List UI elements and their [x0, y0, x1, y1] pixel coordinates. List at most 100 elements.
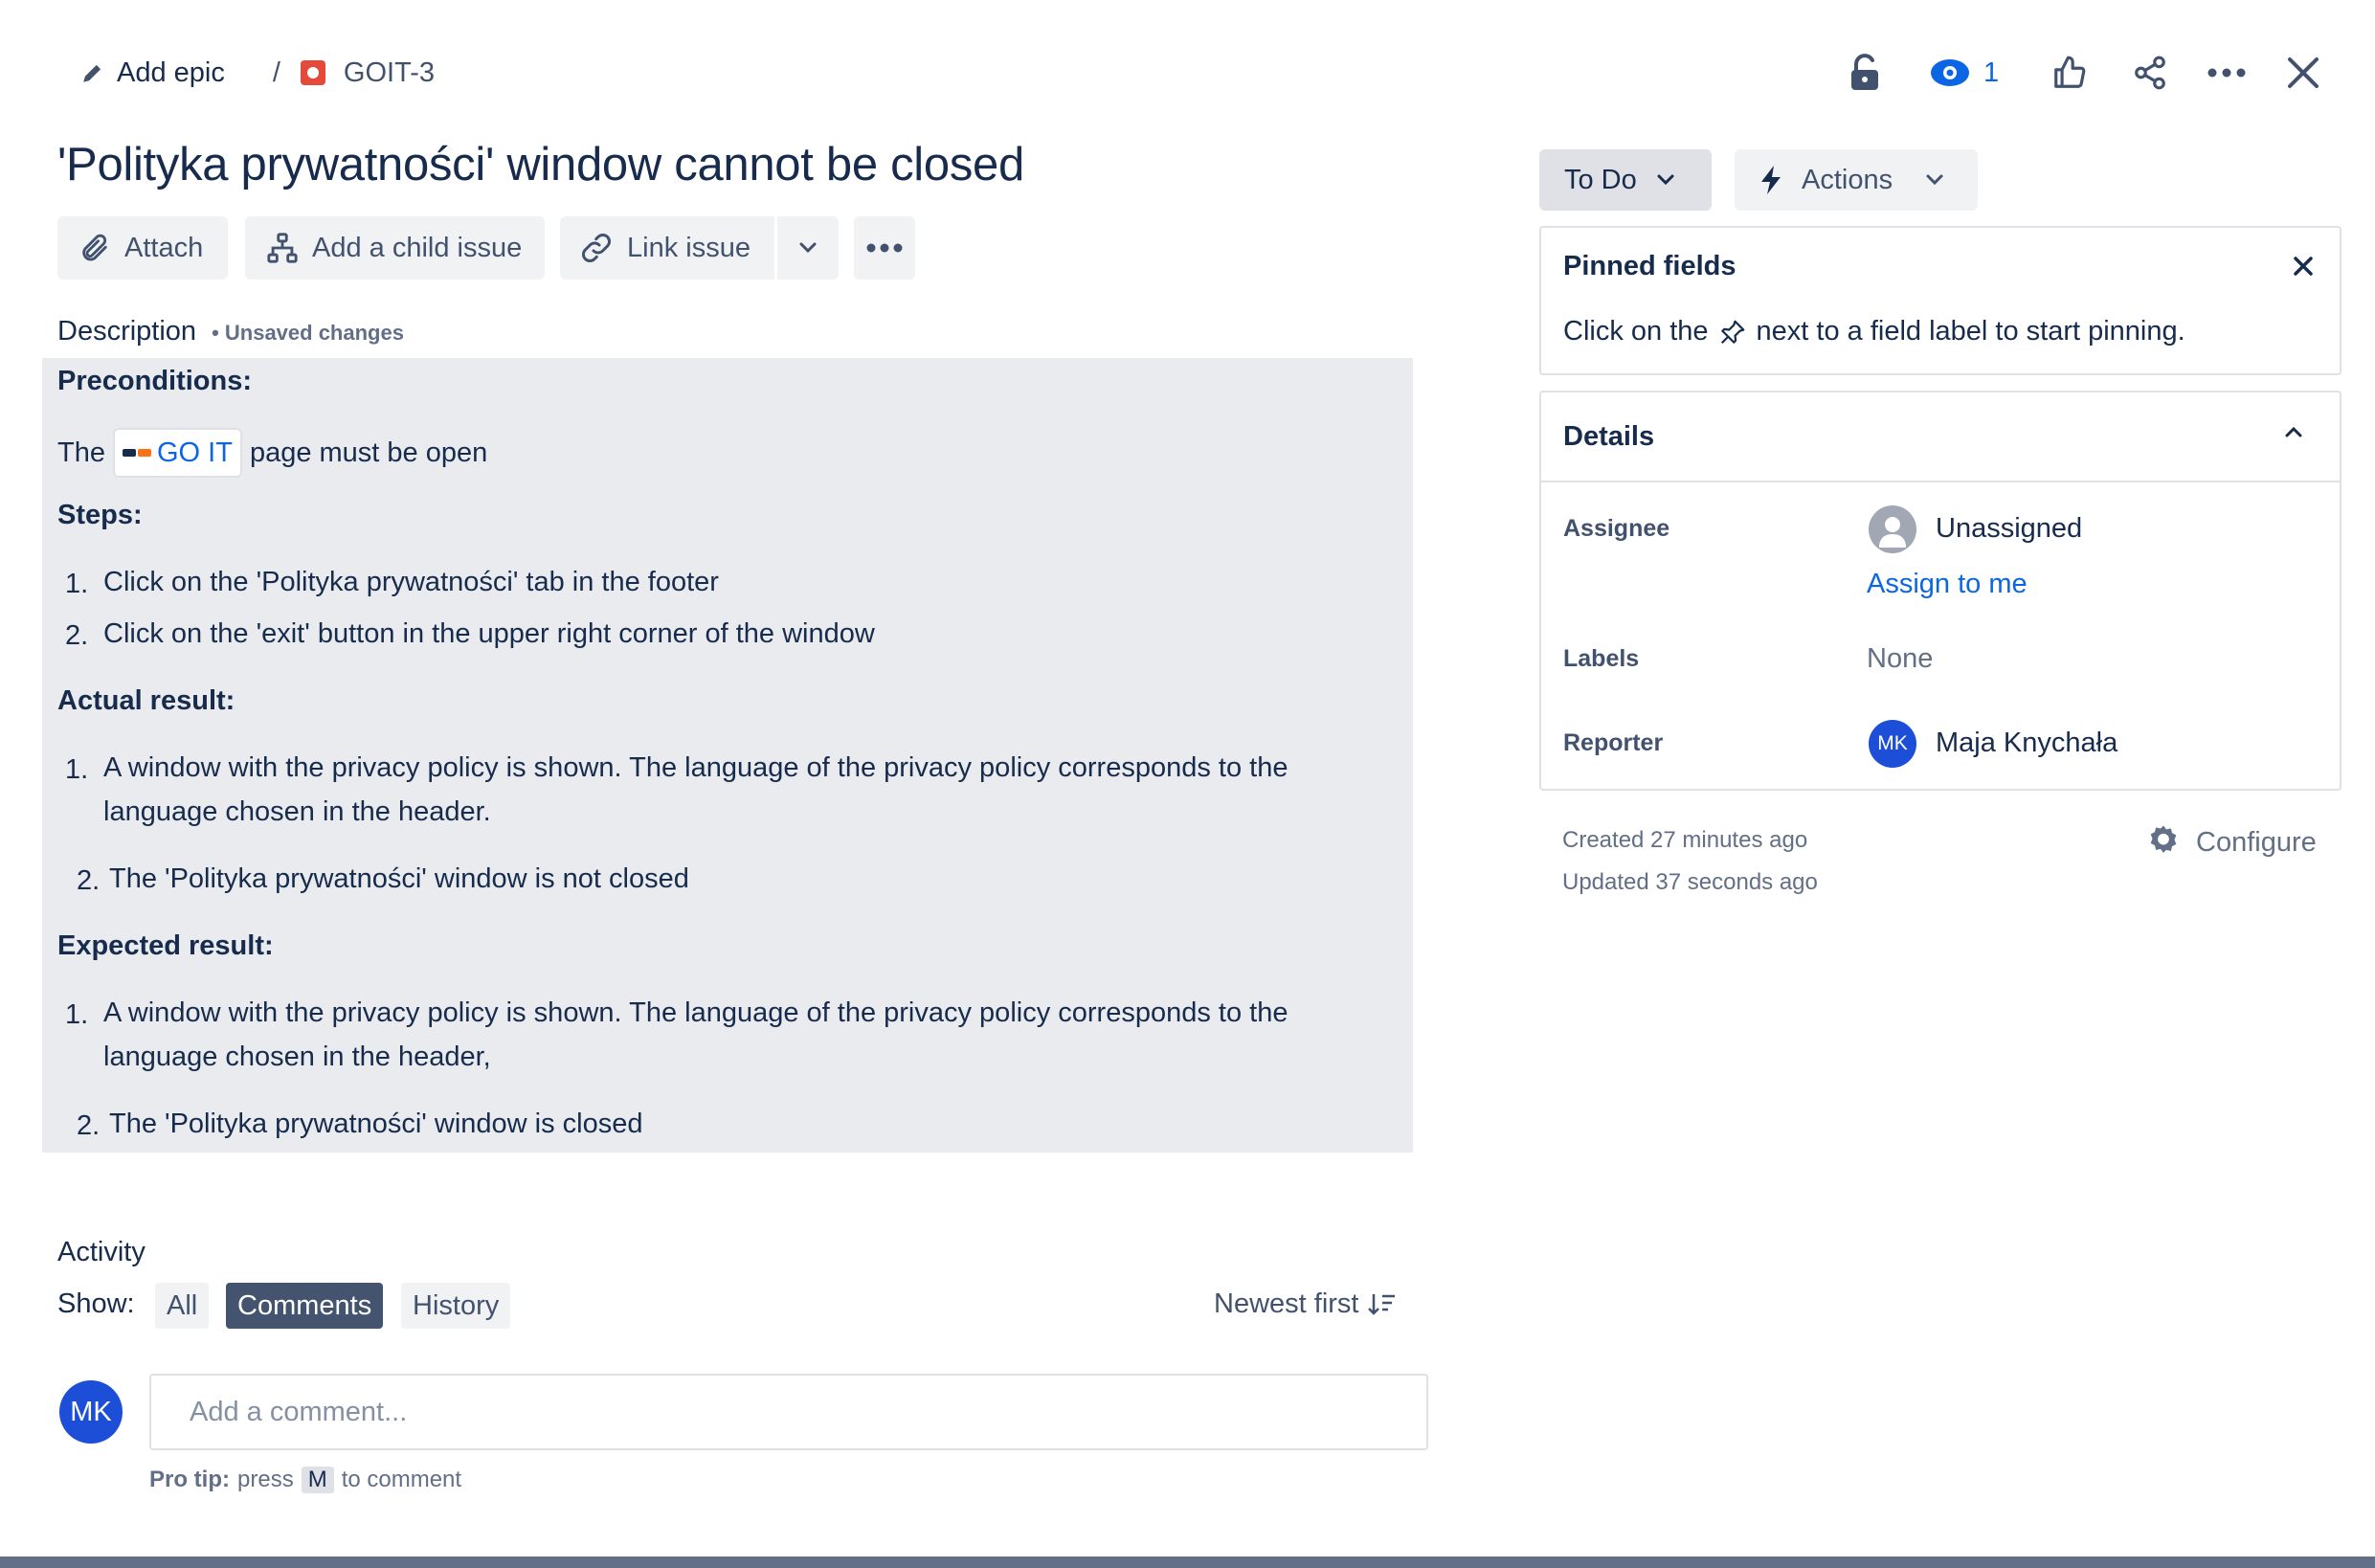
pinned-hint-before: Click on the	[1563, 316, 1709, 347]
reporter-avatar: MK	[1869, 720, 1916, 768]
assignee-value[interactable]: Unassigned	[1936, 513, 2082, 545]
paperclip-icon	[78, 232, 111, 264]
configure-label: Configure	[2196, 826, 2317, 858]
smartlink-text: GO IT	[156, 437, 233, 468]
list-number: 1.	[65, 999, 89, 1030]
pro-tip-press: press	[237, 1467, 294, 1492]
attach-label: Attach	[124, 232, 204, 263]
expected-result-heading: Expected result:	[57, 930, 274, 961]
filter-comments-label: Comments	[237, 1289, 372, 1321]
site-logo-icon	[122, 446, 151, 459]
pro-tip: Pro tip: press M to comment	[149, 1467, 461, 1493]
actions-dropdown[interactable]: Actions	[1735, 149, 1978, 211]
attach-button[interactable]: Attach	[57, 216, 228, 280]
reporter-initials: MK	[1877, 732, 1908, 754]
issue-key-link[interactable]: GOIT-3	[344, 57, 435, 89]
list-item: The 'Polityka prywatności' window is clo…	[109, 1109, 643, 1139]
description-label: Description	[57, 316, 197, 347]
filter-all[interactable]: All	[155, 1283, 210, 1329]
gear-icon	[2144, 823, 2183, 862]
activity-heading: Activity	[57, 1237, 146, 1267]
status-dropdown[interactable]: To Do	[1539, 149, 1712, 211]
created-timestamp: Created 27 minutes ago	[1562, 827, 1808, 853]
actions-label: Actions	[1802, 164, 1893, 195]
link-icon	[579, 231, 614, 265]
list-number: 2.	[77, 1110, 101, 1141]
pre-text-after: page must be open	[249, 437, 488, 468]
list-item-line: language chosen in the header.	[103, 796, 491, 827]
pencil-icon	[80, 60, 105, 85]
go-it-smartlink[interactable]: GO IT	[112, 428, 242, 478]
pin-icon	[1718, 318, 1747, 347]
filter-history[interactable]: History	[401, 1283, 511, 1329]
eye-icon	[1930, 58, 1970, 87]
bottom-edge	[0, 1557, 2375, 1568]
updated-timestamp: Updated 37 seconds ago	[1562, 869, 1818, 895]
issue-title[interactable]: 'Polityka prywatności' window cannot be …	[57, 138, 1024, 191]
unsaved-changes: • Unsaved changes	[212, 321, 404, 345]
sort-button[interactable]: Newest first	[1214, 1288, 1397, 1320]
filter-history-label: History	[413, 1289, 500, 1321]
close-icon[interactable]	[2276, 239, 2330, 293]
chevron-down-icon	[1925, 173, 1944, 187]
hierarchy-icon	[266, 232, 299, 264]
list-item: The 'Polityka prywatności' window is not…	[109, 863, 689, 894]
breadcrumb-separator: /	[272, 56, 280, 88]
labels-value[interactable]: None	[1867, 643, 1933, 675]
list-item: Click on the 'exit' button in the upper …	[103, 618, 875, 649]
link-issue-button[interactable]: Link issue	[560, 216, 774, 280]
sort-label: Newest first	[1214, 1288, 1359, 1319]
reporter-label: Reporter	[1563, 729, 1664, 756]
avatar: MK	[59, 1380, 123, 1444]
assignee-avatar	[1869, 505, 1916, 553]
list-number: 2.	[77, 865, 101, 896]
add-epic-link[interactable]: Add epic	[117, 57, 225, 89]
assign-to-me-link[interactable]: Assign to me	[1867, 569, 2028, 600]
details-divider	[1539, 481, 2341, 482]
list-number: 1.	[65, 569, 89, 599]
pre-text-before: The	[57, 437, 105, 468]
list-item-line: A window with the privacy policy is show…	[103, 997, 1288, 1028]
breadcrumb: Add epic / GOIT-3	[80, 54, 435, 92]
link-issue-dropdown[interactable]	[777, 216, 839, 280]
preconditions-text: The GO IT page must be open	[57, 428, 488, 478]
preconditions-heading: Preconditions:	[57, 366, 253, 396]
reporter-name[interactable]: Maja Knychała	[1936, 728, 2117, 759]
pinned-fields-panel	[1539, 226, 2341, 375]
avatar-initials: MK	[70, 1396, 112, 1427]
chevron-down-icon	[1656, 173, 1675, 187]
status-label: To Do	[1564, 164, 1637, 195]
comment-input[interactable]: Add a comment...	[149, 1374, 1428, 1450]
chevron-down-icon	[798, 241, 818, 255]
like-icon[interactable]	[2043, 46, 2096, 100]
watchers-count: 1	[1983, 56, 2000, 88]
configure-button[interactable]: Configure	[2144, 823, 2317, 862]
shortcut-key: M	[301, 1467, 334, 1493]
pinned-hint: Click on the next to a field label to st…	[1563, 316, 2185, 347]
list-number: 1.	[65, 754, 89, 785]
list-item: Click on the 'Polityka prywatności' tab …	[103, 567, 719, 597]
share-icon[interactable]	[2123, 46, 2177, 100]
more-icon[interactable]	[2200, 46, 2253, 100]
sort-icon	[1368, 1292, 1397, 1317]
pro-tip-label: Pro tip:	[149, 1467, 230, 1492]
steps-heading: Steps:	[57, 500, 143, 530]
watch-button[interactable]: 1	[1930, 54, 1999, 92]
add-child-label: Add a child issue	[312, 232, 523, 263]
list-number: 2.	[65, 620, 89, 651]
add-child-issue-button[interactable]: Add a child issue	[245, 216, 545, 280]
details-title[interactable]: Details	[1563, 421, 1654, 453]
more-actions-button[interactable]	[854, 216, 915, 280]
link-issue-label: Link issue	[627, 232, 751, 263]
show-label: Show:	[57, 1288, 135, 1319]
pro-tip-after: to comment	[341, 1467, 462, 1492]
list-item-line: A window with the privacy policy is show…	[103, 752, 1288, 783]
actual-result-heading: Actual result:	[57, 685, 235, 716]
chevron-up-icon[interactable]	[2282, 423, 2305, 445]
list-item-line: language chosen in the header,	[103, 1042, 491, 1072]
lock-icon[interactable]	[1838, 46, 1892, 100]
filter-comments[interactable]: Comments	[226, 1283, 384, 1329]
close-icon[interactable]	[2276, 46, 2330, 100]
pinned-hint-after: next to a field label to start pinning.	[1756, 316, 2185, 347]
description-header: Description • Unsaved changes	[57, 316, 404, 347]
